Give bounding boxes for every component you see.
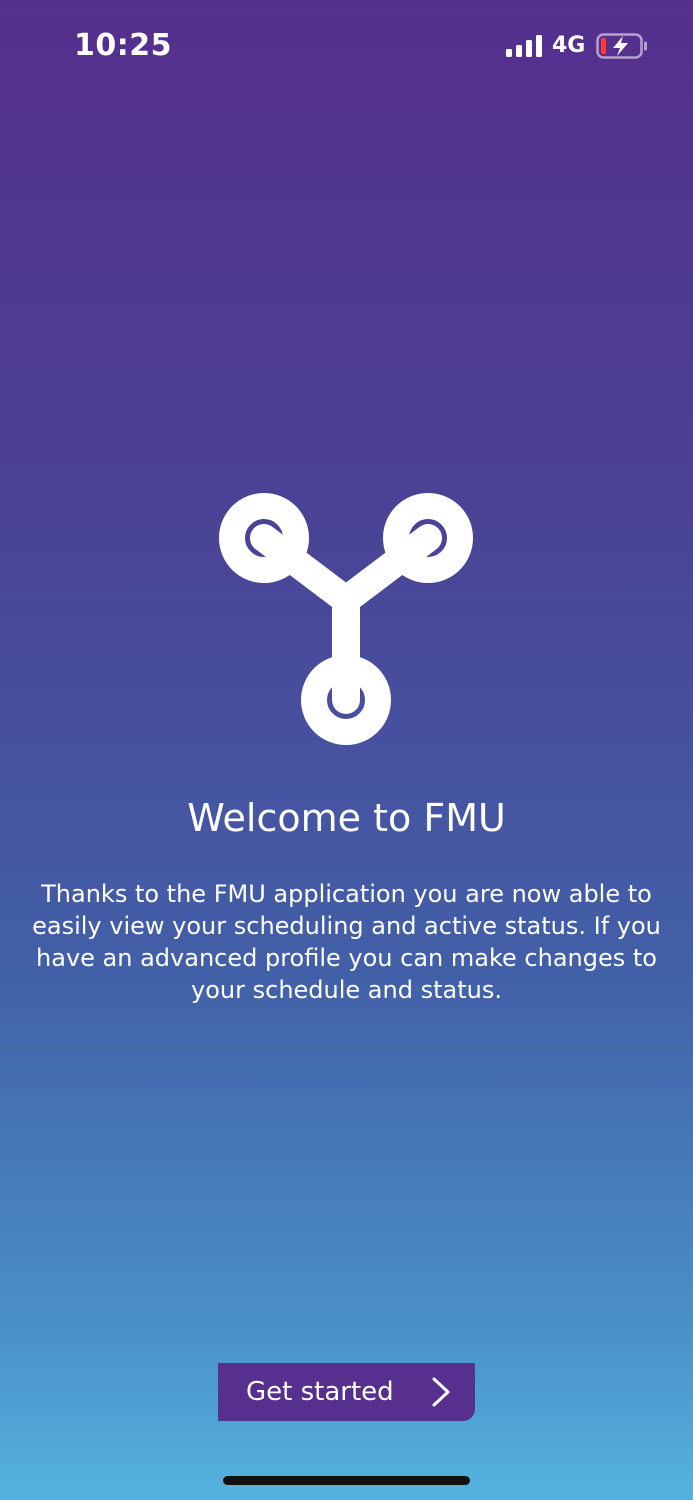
welcome-title: Welcome to FMU [187, 796, 506, 840]
get-started-button[interactable]: Get started [218, 1363, 475, 1421]
status-time: 10:25 [74, 28, 172, 63]
fmu-network-logo-icon [219, 493, 473, 745]
get-started-label: Get started [246, 1377, 394, 1407]
chevron-right-icon [432, 1377, 450, 1407]
home-indicator[interactable] [223, 1476, 470, 1485]
cellular-signal-icon [506, 35, 542, 57]
network-type-label: 4G [552, 33, 586, 58]
battery-charging-icon [596, 33, 647, 59]
welcome-description: Thanks to the FMU application you are no… [32, 880, 661, 1004]
status-bar: 10:25 4G [0, 0, 693, 95]
